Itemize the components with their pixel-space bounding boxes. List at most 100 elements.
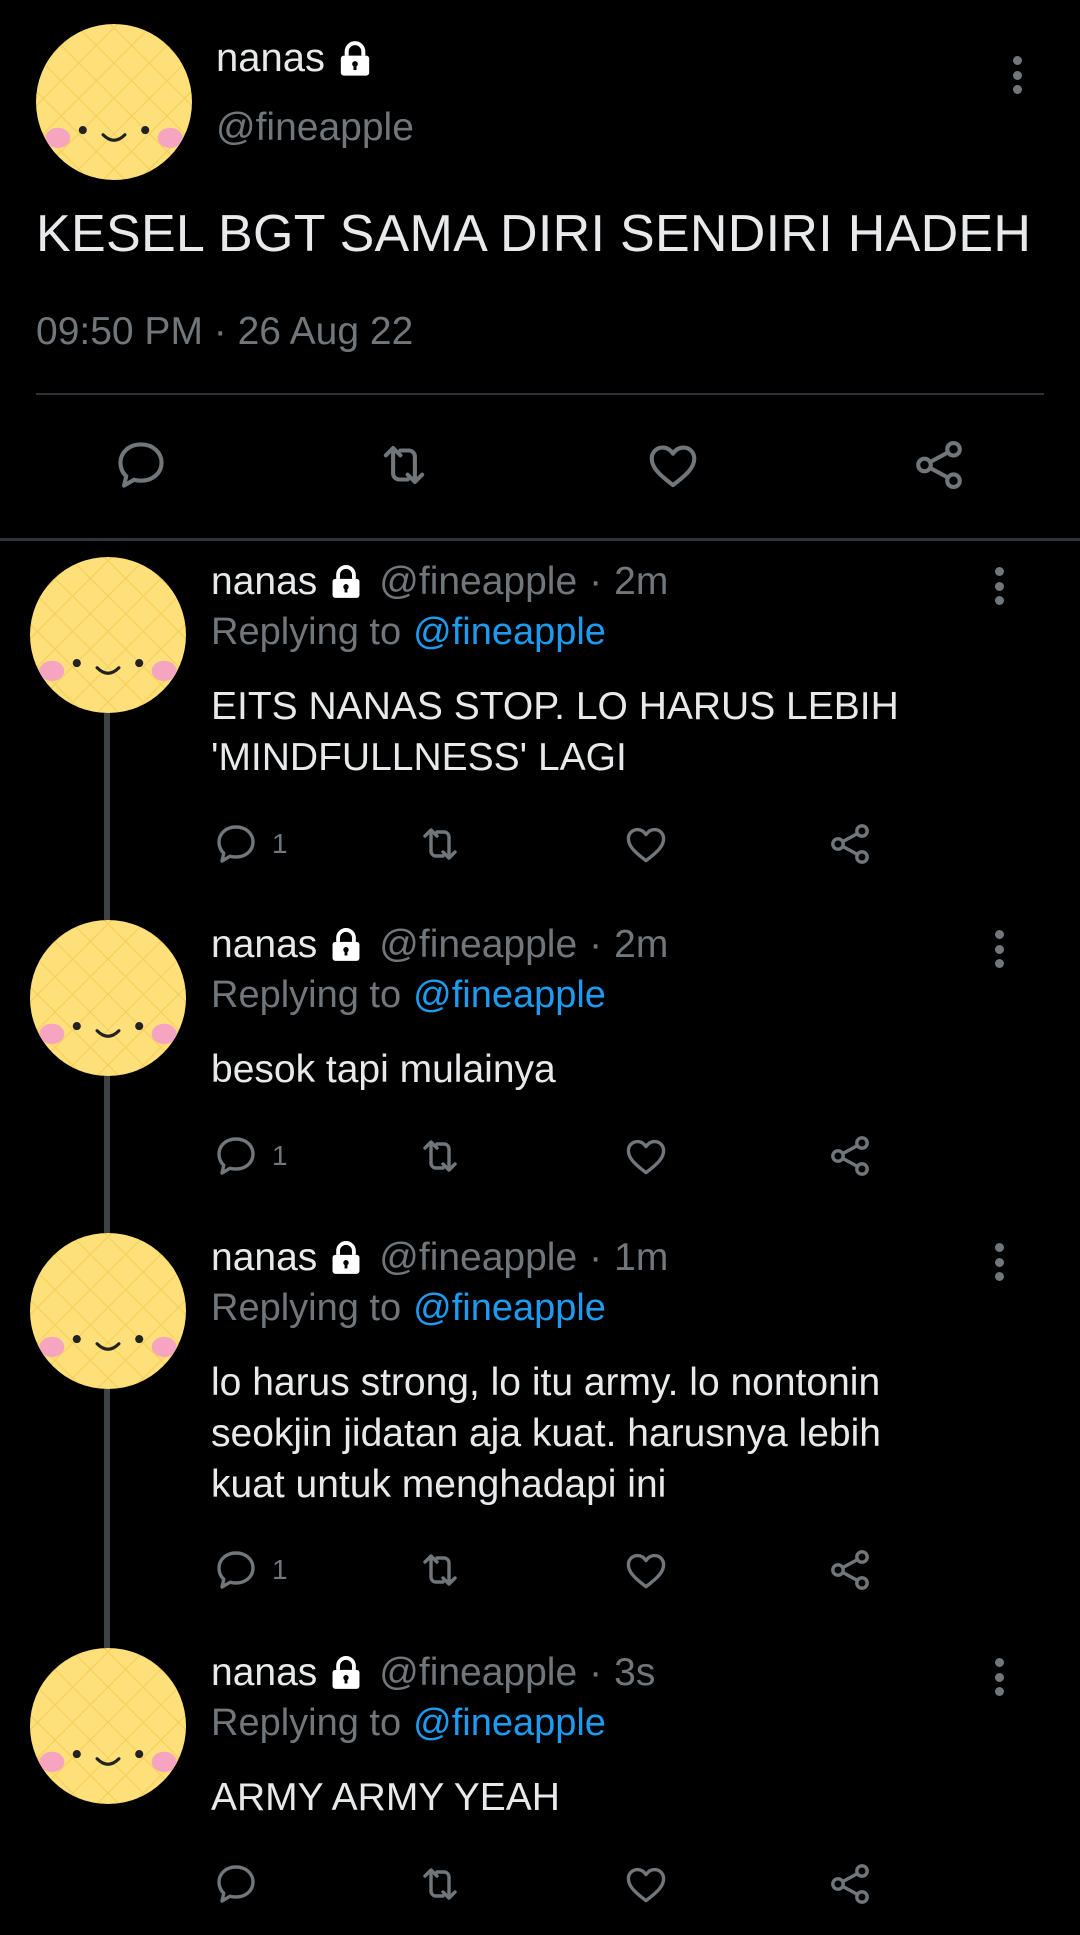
reply-text-line: ARMY ARMY YEAH (211, 1776, 560, 1819)
pineapple-avatar-icon (36, 24, 192, 180)
separator: · (589, 923, 603, 966)
reply-tweet[interactable]: nanas @fineapple · 2m Replying to @fineap… (0, 920, 1080, 1190)
share-icon (826, 1132, 874, 1180)
replying-to-link[interactable]: @fineapple (413, 974, 606, 1016)
like-button[interactable] (644, 436, 702, 494)
author-handle[interactable]: @fineapple (379, 1651, 577, 1695)
reply-button[interactable]: 1 (212, 1132, 288, 1180)
divider (36, 393, 1044, 395)
more-options-icon[interactable] (984, 1237, 1014, 1287)
lock-icon (335, 39, 375, 79)
tweet-timestamp[interactable]: 09:50 PM · 26 Aug 22 (36, 310, 413, 354)
main-tweet: nanas @fineapple KESEL BGT SAMA DIRI SEN… (0, 0, 1080, 540)
retweet-button[interactable] (416, 1546, 464, 1594)
author-name[interactable]: nanas (211, 1236, 317, 1280)
avatar[interactable] (30, 920, 186, 1076)
retweet-icon (416, 1132, 464, 1180)
reply-text-line: 'MINDFULLNESS' LAGI (211, 736, 627, 779)
reply-header: nanas @fineapple · 2m (211, 557, 668, 607)
avatar[interactable] (30, 557, 186, 713)
share-icon (826, 1546, 874, 1594)
like-button[interactable] (622, 820, 670, 868)
reply-count: 1 (272, 1554, 288, 1585)
reply-header: nanas @fineapple · 1m (211, 1233, 668, 1283)
more-options-icon[interactable] (984, 1652, 1014, 1702)
author-handle[interactable]: @fineapple (379, 923, 577, 967)
retweet-button[interactable] (416, 1132, 464, 1180)
comment-icon (212, 820, 260, 868)
more-options-icon[interactable] (984, 924, 1014, 974)
share-icon (826, 820, 874, 868)
share-button[interactable] (826, 1860, 874, 1908)
author-name[interactable]: nanas (211, 560, 317, 604)
share-button[interactable] (910, 436, 968, 494)
author-name[interactable]: nanas (216, 36, 375, 81)
reply-tweet[interactable]: nanas @fineapple · 1m Replying to @fineap… (0, 1233, 1080, 1603)
share-button[interactable] (826, 1546, 874, 1594)
reply-button[interactable] (112, 436, 170, 494)
share-icon (826, 1860, 874, 1908)
replying-to-label: Replying to (211, 974, 402, 1016)
retweet-icon (416, 820, 464, 868)
section-divider (0, 538, 1080, 541)
replying-to-link[interactable]: @fineapple (413, 1287, 606, 1329)
lock-icon (327, 1239, 365, 1277)
separator: · (589, 1236, 603, 1279)
lock-icon (327, 926, 365, 964)
reply-tweet[interactable]: nanas @fineapple · 3s Replying to @fineap… (0, 1648, 1080, 1928)
avatar[interactable] (30, 1233, 186, 1389)
replying-to-link[interactable]: @fineapple (413, 611, 606, 653)
reply-text-line: lo harus strong, lo itu army. lo nontoni… (211, 1361, 881, 1404)
tweet-actions (0, 430, 1080, 500)
retweet-icon (416, 1546, 464, 1594)
replying-to-link[interactable]: @fineapple (413, 1702, 606, 1744)
retweet-button[interactable] (416, 820, 464, 868)
pineapple-avatar-icon (30, 1648, 186, 1804)
replying-to-label: Replying to (211, 611, 402, 653)
more-options-icon[interactable] (1002, 50, 1032, 100)
author-handle[interactable]: @fineapple (379, 1236, 577, 1280)
reply-age: 2m (614, 560, 669, 603)
avatar[interactable] (36, 24, 192, 180)
comment-icon (212, 1132, 260, 1180)
like-button[interactable] (622, 1860, 670, 1908)
pineapple-avatar-icon (30, 1233, 186, 1389)
heart-icon (622, 1132, 670, 1180)
reply-age: 2m (614, 923, 669, 966)
reply-tweet[interactable]: nanas @fineapple · 2m Replying to @fineap… (0, 557, 1080, 877)
retweet-button[interactable] (416, 1860, 464, 1908)
heart-icon (644, 436, 702, 494)
reply-count: 1 (272, 1140, 288, 1171)
heart-icon (622, 820, 670, 868)
reply-text-line: EITS NANAS STOP. LO HARUS LEBIH (211, 685, 899, 728)
author-name-text: nanas (216, 36, 325, 80)
reply-button[interactable]: 1 (212, 820, 288, 868)
author-name[interactable]: nanas (211, 923, 317, 967)
reply-button[interactable] (212, 1860, 272, 1908)
avatar[interactable] (30, 1648, 186, 1804)
retweet-button[interactable] (375, 436, 433, 494)
more-options-icon[interactable] (984, 561, 1014, 611)
share-icon (910, 436, 968, 494)
reply-text: lo harus strong, lo itu army. lo nontoni… (211, 1357, 1041, 1510)
like-button[interactable] (622, 1132, 670, 1180)
reply-text-line: besok tapi mulainya (211, 1048, 556, 1091)
replying-to: Replying to @fineapple (211, 974, 606, 1017)
reply-header: nanas @fineapple · 2m (211, 920, 668, 970)
share-button[interactable] (826, 820, 874, 868)
replying-to-label: Replying to (211, 1287, 402, 1329)
author-handle[interactable]: @fineapple (379, 560, 577, 604)
retweet-icon (375, 436, 433, 494)
comment-icon (212, 1546, 260, 1594)
like-button[interactable] (622, 1546, 670, 1594)
heart-icon (622, 1860, 670, 1908)
author-name[interactable]: nanas (211, 1651, 317, 1695)
comment-icon (212, 1860, 260, 1908)
replying-to: Replying to @fineapple (211, 1702, 606, 1745)
comment-icon (112, 436, 170, 494)
share-button[interactable] (826, 1132, 874, 1180)
tweet-text: KESEL BGT SAMA DIRI SENDIRI HADEH (36, 205, 1032, 263)
reply-button[interactable]: 1 (212, 1546, 288, 1594)
pineapple-avatar-icon (30, 920, 186, 1076)
author-handle[interactable]: @fineapple (216, 106, 414, 150)
